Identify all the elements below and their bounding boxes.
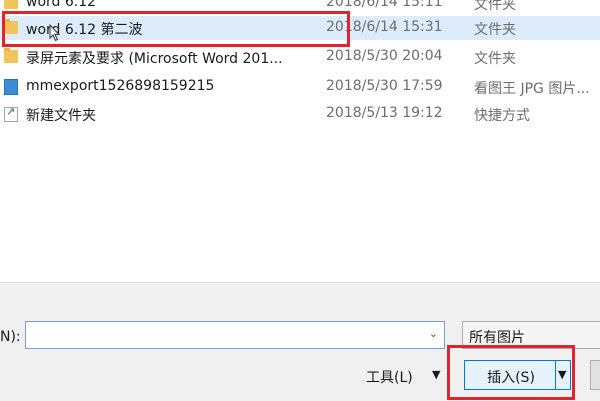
file-type: 文件夹 bbox=[474, 0, 516, 13]
folder-icon bbox=[4, 0, 18, 9]
file-name: 录屏元素及要求 (Microsoft Word 201... bbox=[26, 51, 283, 67]
file-row-recording-elements[interactable]: 录屏元素及要求 (Microsoft Word 201... 2018/5/30… bbox=[0, 45, 600, 69]
file-date: 2018/5/30 20:04 bbox=[326, 48, 443, 64]
filename-combobox[interactable]: ⌄ bbox=[25, 321, 445, 349]
folder-icon bbox=[4, 48, 18, 63]
file-type: 看图王 JPG 图片... bbox=[474, 81, 590, 97]
file-name: word 6.12 第二波 bbox=[26, 22, 143, 38]
insert-button-label: 插入(S) bbox=[487, 370, 535, 386]
file-row-word-6-12[interactable]: word 6.12 2018/6/14 15:11 文件夹 bbox=[0, 0, 600, 15]
insert-options-dropdown[interactable]: ▼ bbox=[556, 360, 571, 390]
caret-down-icon[interactable]: ▼ bbox=[432, 368, 440, 381]
file-name: mmexport1526898159215 bbox=[26, 78, 215, 94]
chevron-down-icon[interactable]: ⌄ bbox=[429, 327, 438, 340]
filename-input[interactable] bbox=[30, 323, 430, 349]
file-type: 文件夹 bbox=[474, 22, 516, 38]
caret-down-icon: ▼ bbox=[558, 368, 567, 381]
shortcut-icon bbox=[4, 105, 18, 122]
mouse-cursor-icon bbox=[49, 24, 61, 42]
filename-label: N): bbox=[0, 329, 21, 345]
file-row-new-folder-shortcut[interactable]: 新建文件夹 2018/5/13 19:12 快捷方式 bbox=[0, 102, 600, 126]
file-name: word 6.12 bbox=[26, 0, 97, 10]
file-type: 文件夹 bbox=[474, 51, 516, 67]
jpg-image-icon bbox=[4, 79, 18, 95]
cancel-button[interactable] bbox=[590, 360, 600, 390]
folder-icon bbox=[4, 19, 18, 34]
file-date: 2018/6/14 15:11 bbox=[326, 0, 443, 10]
insert-button[interactable]: 插入(S) bbox=[464, 360, 556, 390]
file-name: 新建文件夹 bbox=[26, 108, 96, 124]
file-list: word 6.12 2018/6/14 15:11 文件夹 word 6.12 … bbox=[0, 0, 600, 282]
file-row-word-6-12-second[interactable]: word 6.12 第二波 2018/6/14 15:31 文件夹 bbox=[0, 16, 600, 40]
file-type: 快捷方式 bbox=[474, 108, 530, 124]
file-date: 2018/5/13 19:12 bbox=[326, 105, 443, 121]
tools-menu-button[interactable]: 工具(L) bbox=[366, 367, 413, 387]
file-type-filter-select[interactable]: 所有图片 bbox=[462, 321, 600, 349]
file-type-filter-value: 所有图片 bbox=[469, 330, 525, 346]
file-date: 2018/6/14 15:31 bbox=[326, 19, 443, 35]
file-date: 2018/5/30 17:59 bbox=[326, 78, 443, 94]
file-row-mmexport[interactable]: mmexport1526898159215 2018/5/30 17:59 看图… bbox=[0, 75, 600, 99]
